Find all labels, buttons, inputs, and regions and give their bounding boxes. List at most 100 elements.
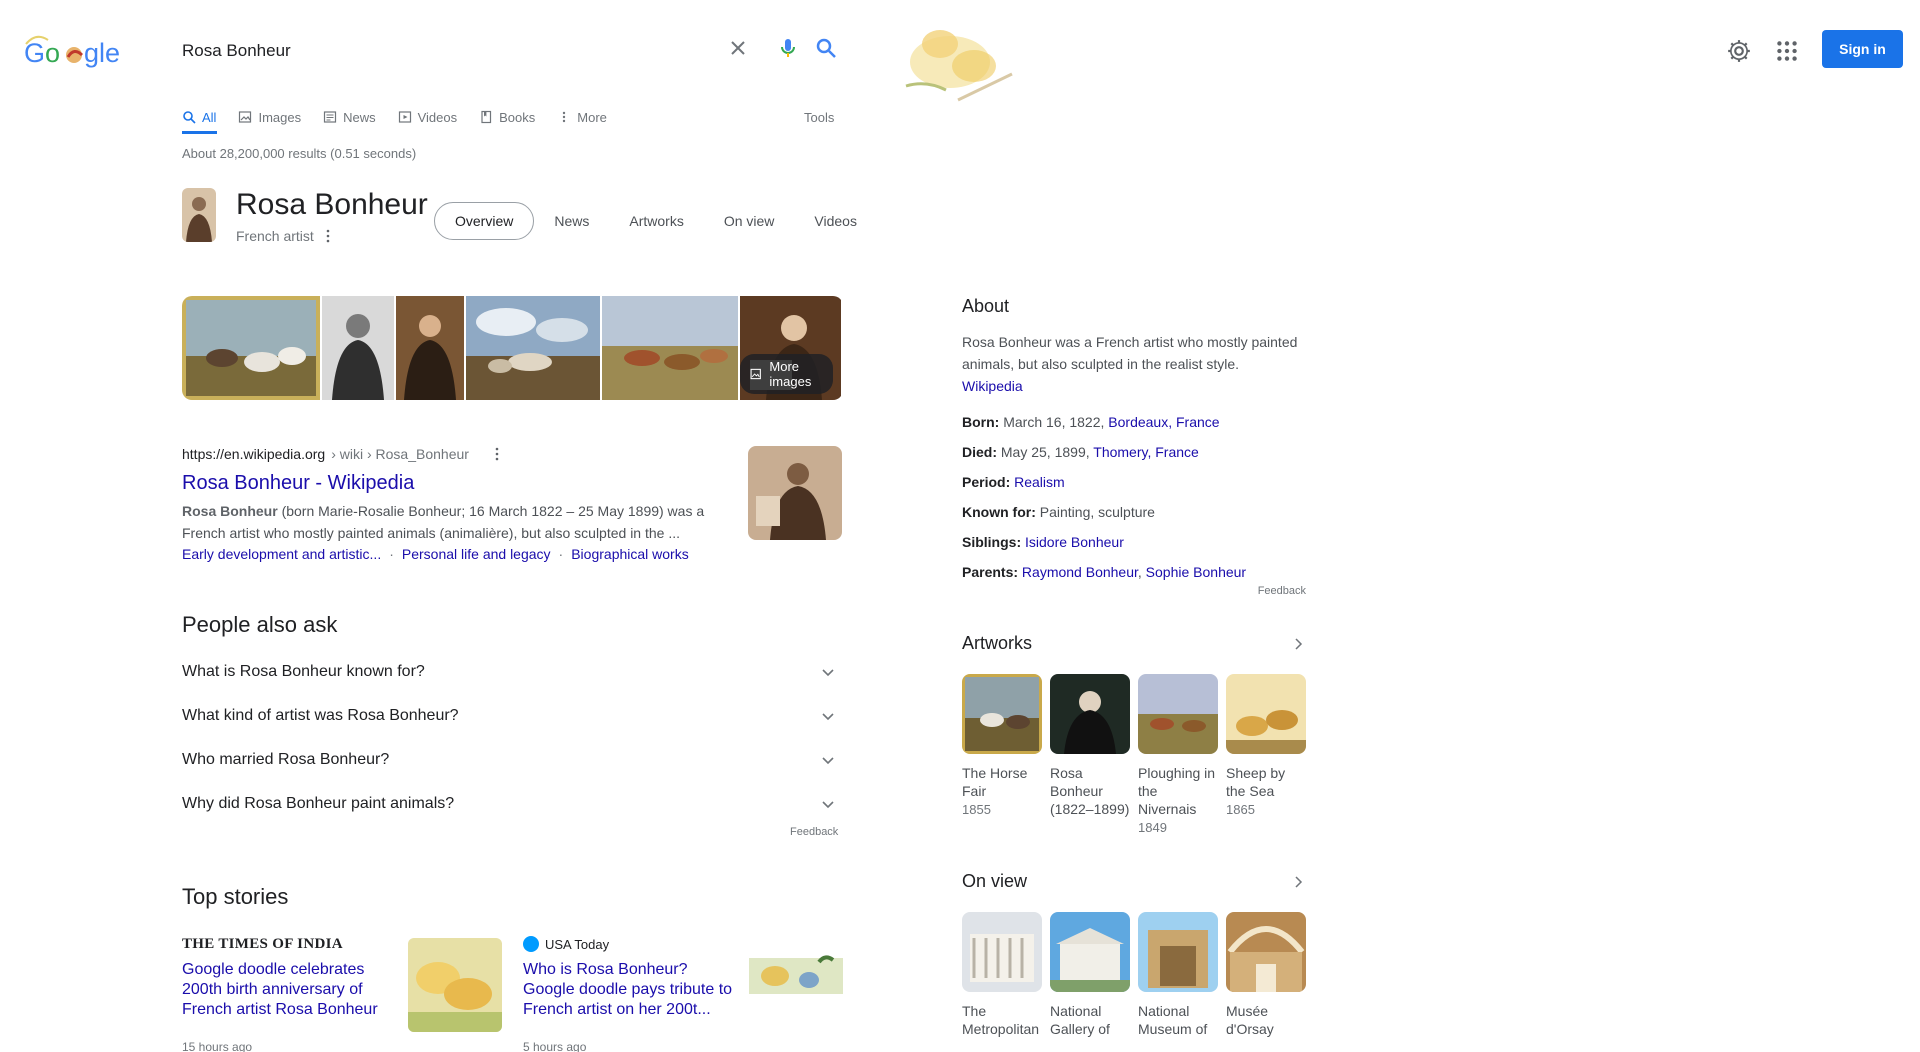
paa-question[interactable]: What is Rosa Bonheur known for? [182, 650, 843, 694]
story-time: 15 hours ago [182, 1040, 253, 1052]
artwork-image [962, 674, 1042, 754]
entity-tab-artworks[interactable]: Artworks [609, 203, 703, 239]
clear-search-icon[interactable] [726, 36, 750, 60]
sitelink[interactable]: Biographical works [571, 546, 689, 562]
microphone-icon[interactable] [776, 36, 800, 60]
fact-label: Born: [962, 414, 1000, 430]
paa-question-text: What kind of artist was Rosa Bonheur? [182, 707, 459, 724]
tab-label: More [577, 109, 607, 125]
story-card[interactable]: THE TIMES OF INDIA Google doodle celebra… [182, 934, 502, 1052]
entity-tab-news[interactable]: News [534, 203, 609, 239]
tab-news[interactable]: News [312, 100, 387, 134]
museum-card[interactable]: National Museum of [1138, 912, 1218, 1038]
tab-label: Videos [417, 109, 458, 125]
sign-in-button[interactable]: Sign in [1822, 30, 1903, 68]
paa-question[interactable]: What kind of artist was Rosa Bonheur? [182, 694, 843, 738]
museum-card[interactable]: National Gallery of [1050, 912, 1130, 1038]
image-thumbnail[interactable] [602, 296, 738, 400]
tab-all[interactable]: All [182, 100, 227, 134]
museum-card[interactable]: The Metropolitan [962, 912, 1042, 1038]
entity-tab-videos[interactable]: Videos [794, 203, 877, 239]
entity-title: Rosa Bonheur [236, 188, 428, 221]
result-cite[interactable]: https://en.wikipedia.org › wiki › Rosa_B… [182, 446, 499, 462]
fact-link[interactable]: Sophie Bonheur [1146, 564, 1246, 580]
image-thumbnail[interactable] [182, 296, 320, 400]
kp-artworks-header[interactable]: Artworks [962, 633, 1306, 654]
usa-today-logo-icon [523, 936, 539, 952]
search-tabs: All Images News Videos Books More [182, 100, 618, 134]
entity-tab-on-view[interactable]: On view [704, 203, 795, 239]
paa-feedback-link[interactable]: Feedback [790, 826, 838, 838]
sitelink[interactable]: Early development and artistic... [182, 546, 381, 562]
google-logo[interactable]: G o gle [22, 30, 122, 74]
kp-source-link[interactable]: Wikipedia [962, 378, 1023, 394]
paa-question[interactable]: Who married Rosa Bonheur? [182, 738, 843, 782]
museum-image [1226, 912, 1306, 992]
image-thumbnail[interactable] [322, 296, 394, 400]
tab-videos[interactable]: Videos [387, 100, 469, 134]
tab-books[interactable]: Books [468, 100, 546, 134]
fact-label: Known for: [962, 504, 1036, 520]
entity-tab-overview[interactable]: Overview [434, 202, 535, 240]
top-stories-title: Top stories [182, 884, 289, 909]
settings-gear-icon[interactable] [1726, 38, 1752, 64]
museum-card[interactable]: Musée d'Orsay [1226, 912, 1306, 1038]
search-input[interactable] [182, 36, 652, 66]
story-thumbnail [408, 938, 502, 1032]
result-sitelinks: Early development and artistic... · Pers… [182, 546, 689, 562]
entity-subtitle: French artist [236, 228, 314, 244]
chevron-down-icon [822, 757, 834, 765]
paa-question[interactable]: Why did Rosa Bonheur paint animals? [182, 782, 843, 826]
more-vert-icon[interactable] [495, 447, 499, 461]
kp-on-view-header[interactable]: On view [962, 871, 1306, 892]
fact-link[interactable]: Thomery, France [1093, 444, 1199, 460]
more-vert-icon[interactable] [326, 229, 330, 243]
tab-more[interactable]: More [546, 100, 618, 134]
fact-link[interactable]: Bordeaux, France [1108, 414, 1219, 430]
museum-name: National Museum of [1138, 1003, 1208, 1037]
more-images-label: More images [769, 359, 812, 389]
chevron-down-icon [822, 669, 834, 677]
kp-description: Rosa Bonheur was a French artist who mos… [962, 331, 1306, 397]
news-icon [323, 111, 337, 123]
more-images-button[interactable]: More images [740, 354, 833, 394]
entity-thumbnail[interactable] [182, 188, 216, 242]
image-thumbnail[interactable]: More images [740, 296, 841, 400]
story-card[interactable]: USA Today Who is Rosa Bonheur? Google do… [523, 934, 843, 1052]
image-thumbnail[interactable] [396, 296, 464, 400]
fact-link[interactable]: Isidore Bonheur [1025, 534, 1124, 550]
tools-button[interactable]: Tools [804, 100, 834, 134]
sitelink-separator: · [389, 546, 394, 562]
chevron-right-icon [1295, 875, 1303, 888]
fact-link[interactable]: Realism [1014, 474, 1065, 490]
kp-feedback-link[interactable]: Feedback [962, 585, 1306, 597]
doodle-image [888, 14, 1048, 104]
artwork-card[interactable]: Ploughing in the Nivernais 1849 [1138, 674, 1218, 835]
result-snippet: Rosa Bonheur (born Marie-Rosalie Bonheur… [182, 500, 722, 544]
fact-value: March 16, 1822, [1003, 414, 1109, 430]
artwork-card[interactable]: Sheep by the Sea 1865 [1226, 674, 1306, 835]
result-domain: https://en.wikipedia.org [182, 446, 326, 462]
fact-link[interactable]: Raymond Bonheur [1022, 564, 1138, 580]
result-thumbnail[interactable] [748, 446, 842, 540]
tab-images[interactable]: Images [227, 100, 312, 134]
people-also-ask-title: People also ask [182, 612, 338, 637]
artwork-name: Rosa Bonheur (1822–1899) [1050, 765, 1130, 817]
tab-label: News [343, 109, 376, 125]
image-thumbnail[interactable] [466, 296, 600, 400]
sitelink[interactable]: Personal life and legacy [402, 546, 551, 562]
artwork-year: 1855 [962, 802, 991, 817]
artwork-name: The Horse Fair [962, 765, 1028, 799]
apps-grid-icon[interactable] [1774, 38, 1800, 64]
artwork-card[interactable]: Rosa Bonheur (1822–1899) [1050, 674, 1130, 835]
tab-label: Books [499, 109, 536, 125]
tab-label: All [202, 109, 217, 125]
svg-text:o: o [45, 38, 60, 68]
play-icon [398, 111, 411, 123]
kp-fact-parents: Parents: Raymond Bonheur, Sophie Bonheur [962, 561, 1306, 583]
artwork-card[interactable]: The Horse Fair 1855 [962, 674, 1042, 835]
search-icon[interactable] [814, 36, 838, 60]
result-title-link[interactable]: Rosa Bonheur - Wikipedia [182, 472, 414, 495]
more-vert-icon [563, 111, 566, 123]
paa-question-text: Why did Rosa Bonheur paint animals? [182, 795, 455, 812]
